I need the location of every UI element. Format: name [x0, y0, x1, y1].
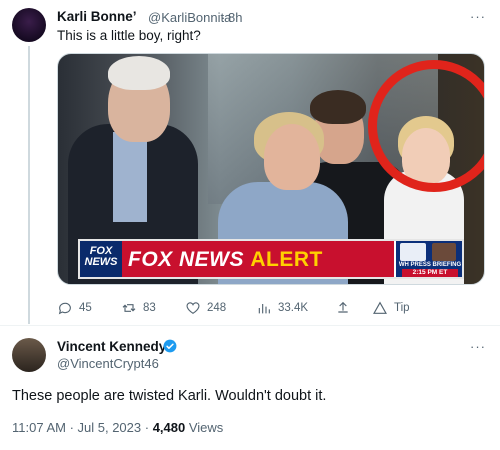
person-figure — [310, 90, 366, 124]
person-figure — [108, 56, 170, 90]
author-avatar[interactable] — [12, 338, 46, 372]
views-button[interactable]: 33.4K — [256, 300, 308, 316]
tweet-text: This is a little boy, right? — [57, 28, 201, 43]
person-figure — [113, 132, 147, 222]
like-count: 248 — [207, 302, 227, 314]
like-button[interactable]: 248 — [185, 300, 226, 316]
share-icon — [338, 301, 348, 313]
author-name[interactable]: Vincent Kennedy — [57, 339, 166, 354]
alert-text-yellow: ALERT — [250, 248, 323, 271]
thread-connector — [28, 46, 30, 324]
tweet-actions: 45 83 248 33.4K Tip — [57, 300, 437, 320]
tweet-metadata: 11:07 AM · Jul 5, 2023 · 4,480 Views — [12, 420, 223, 435]
news-alert-banner: FOX NEWS FOX NEWS ALERT WH PRESS BRIEFIN… — [78, 239, 464, 279]
white-house-seal-icon — [400, 243, 426, 261]
alert-text-white: FOX NEWS — [128, 248, 245, 271]
more-options-icon[interactable]: ··· — [470, 9, 486, 24]
tip-icon — [373, 301, 387, 314]
logo-line2: NEWS — [84, 256, 118, 268]
views-count: 33.4K — [278, 302, 309, 314]
tweet-text: These people are twisted Karli. Wouldn't… — [12, 388, 327, 404]
reply-icon — [58, 302, 71, 315]
press-secretary-thumbnail — [432, 243, 456, 261]
more-options-icon[interactable]: ··· — [470, 339, 486, 354]
briefing-time: 2:15 PM ET — [402, 269, 458, 277]
share-button[interactable] — [335, 300, 351, 316]
divider — [0, 325, 500, 326]
reply-count: 45 — [79, 302, 92, 314]
retweet-button[interactable]: 83 — [121, 300, 156, 316]
heart-icon — [186, 302, 200, 315]
press-briefing-inset: WH PRESS BRIEFING 2:15 PM ET — [394, 241, 462, 277]
separator-dot: · — [221, 10, 226, 25]
views-count: 4,480 — [152, 420, 186, 435]
author-handle[interactable]: @VincentCrypt46 — [57, 356, 159, 371]
author-name[interactable]: Karli Bonne’ — [57, 9, 137, 24]
person-figure — [264, 124, 320, 190]
tweet-time[interactable]: 8h — [228, 10, 242, 25]
reply-button[interactable]: 45 — [57, 300, 92, 316]
verified-badge-icon[interactable] — [163, 339, 177, 353]
tweet-media-image[interactable]: FOX NEWS FOX NEWS ALERT WH PRESS BRIEFIN… — [57, 53, 485, 285]
retweet-icon — [122, 304, 136, 312]
author-handle[interactable]: @KarliBonnita — [148, 10, 231, 25]
retweet-count: 83 — [143, 302, 156, 314]
views-chart-icon — [258, 304, 270, 314]
tweet-timestamp[interactable]: 11:07 AM · Jul 5, 2023 · — [12, 420, 149, 435]
tip-label: Tip — [394, 302, 410, 314]
tip-button[interactable]: Tip — [372, 300, 410, 316]
alert-headline: FOX NEWS ALERT — [128, 248, 323, 272]
author-avatar[interactable] — [12, 8, 46, 42]
briefing-label: WH PRESS BRIEFING — [398, 262, 462, 268]
views-label: Views — [188, 420, 224, 435]
fox-news-logo: FOX NEWS — [80, 241, 122, 277]
